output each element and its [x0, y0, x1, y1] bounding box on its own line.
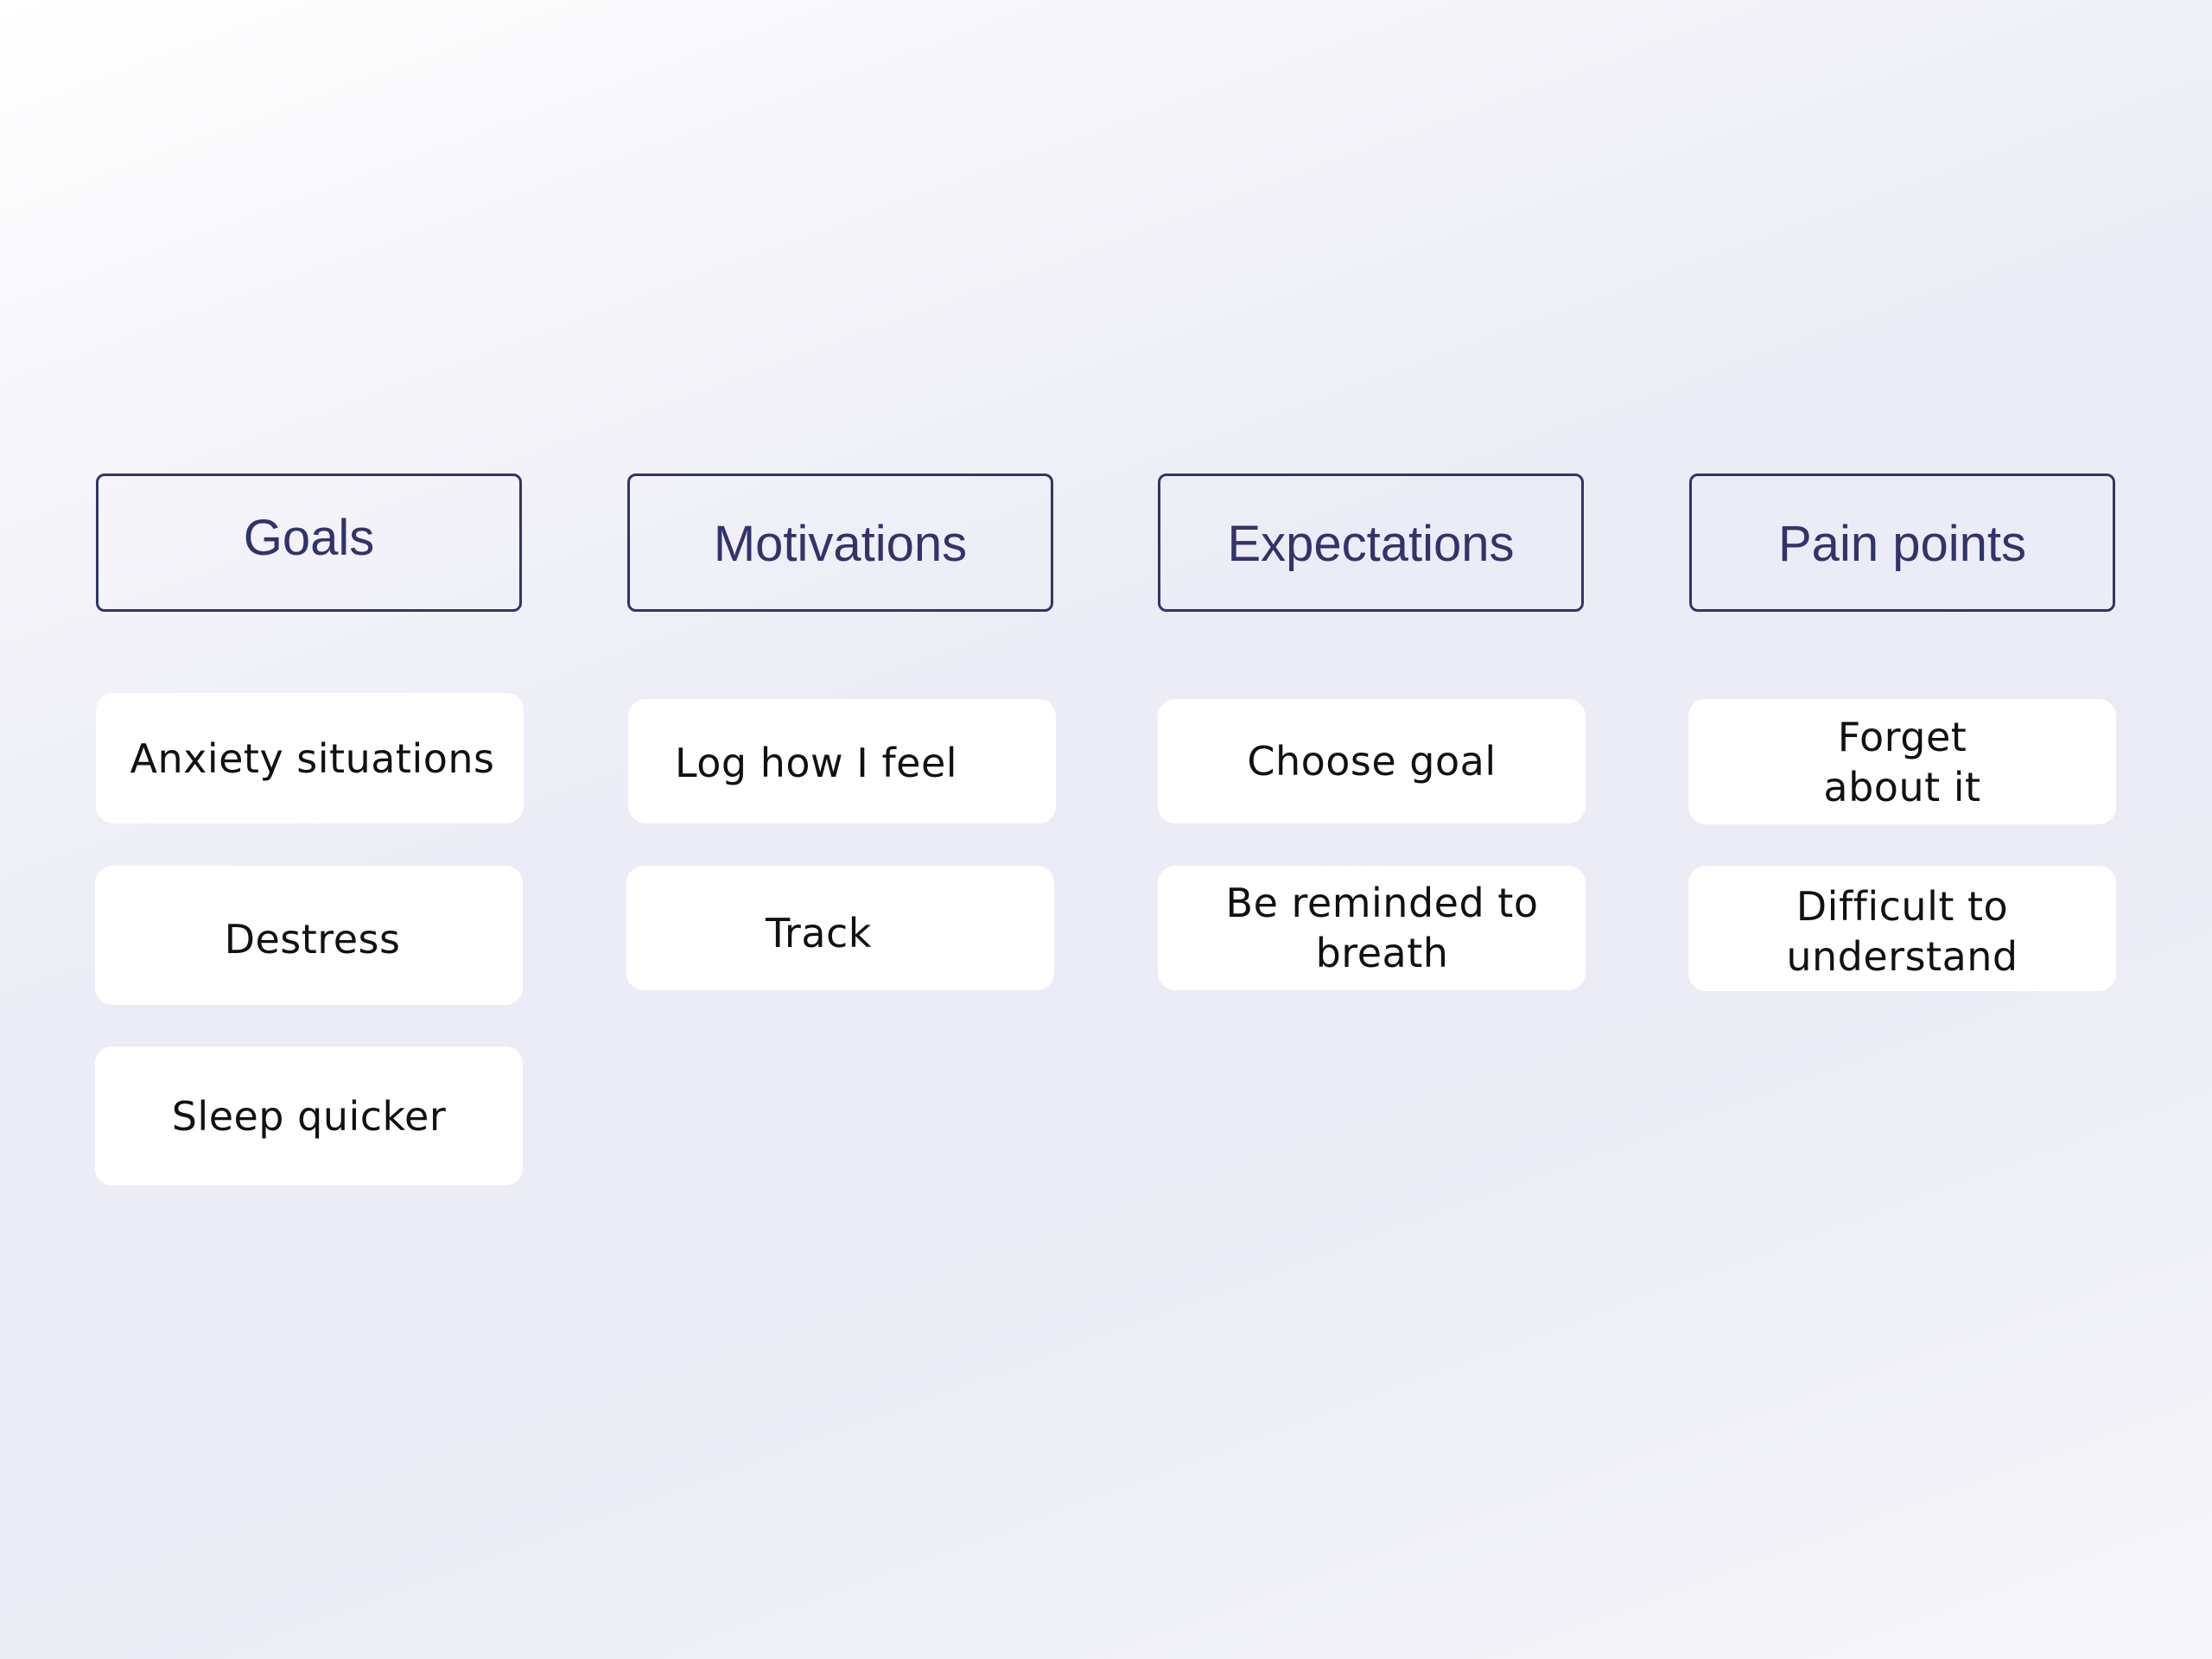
card-text: Choose goal	[1247, 738, 1497, 785]
sticky-card[interactable]: Anxiety situations	[96, 693, 524, 823]
column-motivations: Motivations Log how I feel Track	[626, 474, 1056, 990]
column-goals: Goals Anxiety situations Destress Sleep …	[95, 474, 524, 1185]
card-text: Track	[766, 910, 872, 957]
column-pain-points: Pain points Forget about it Difficult to…	[1688, 474, 2117, 991]
card-text: Log how I feel	[674, 740, 958, 786]
column-header-expectations[interactable]: Expectations	[1158, 474, 1584, 612]
sticky-card[interactable]: Track	[626, 866, 1054, 990]
column-header-pain-points[interactable]: Pain points	[1689, 474, 2115, 612]
column-expectations: Expectations Choose goal Be reminded to …	[1158, 474, 1586, 990]
sticky-card[interactable]: Difficult to understand	[1688, 866, 2116, 991]
card-text: Anxiety situations	[130, 734, 495, 782]
sticky-card[interactable]: Forget about it	[1688, 699, 2116, 824]
sticky-card[interactable]: Sleep quicker	[95, 1046, 523, 1185]
card-text: Difficult to understand	[1786, 882, 2018, 980]
card-text: Sleep quicker	[171, 1092, 447, 1140]
sticky-card[interactable]: Destress	[95, 866, 523, 1005]
affinity-board: Goals Anxiety situations Destress Sleep …	[0, 0, 2212, 1659]
card-text: Be reminded to breath	[1225, 880, 1539, 976]
sticky-card[interactable]: Choose goal	[1158, 699, 1586, 823]
card-text: Forget about it	[1823, 713, 1981, 810]
sticky-card[interactable]: Be reminded to breath	[1158, 866, 1586, 990]
sticky-card[interactable]: Log how I feel	[628, 699, 1056, 823]
column-header-motivations[interactable]: Motivations	[627, 474, 1053, 612]
card-text: Destress	[224, 915, 401, 963]
column-header-goals[interactable]: Goals	[96, 474, 522, 612]
